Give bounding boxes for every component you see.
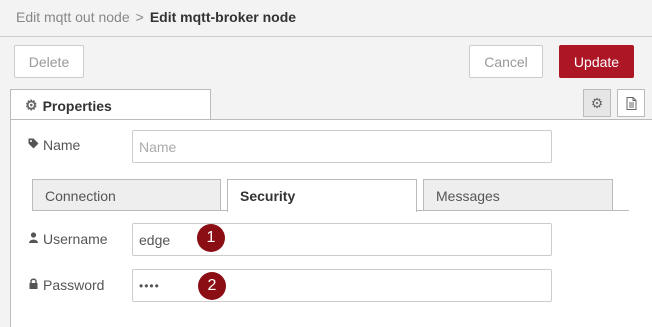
tag-icon bbox=[28, 138, 39, 152]
password-label-row: Password bbox=[28, 277, 104, 293]
cancel-button[interactable]: Cancel bbox=[469, 45, 543, 78]
gear-icon: ⚙ bbox=[25, 97, 38, 113]
breadcrumb-parent[interactable]: Edit mqtt out node bbox=[16, 9, 130, 25]
gear-icon: ⚙ bbox=[590, 94, 604, 111]
tab-properties-label: Properties bbox=[42, 97, 112, 114]
subtab-connection[interactable]: Connection bbox=[32, 179, 221, 211]
password-label: Password bbox=[43, 277, 105, 293]
lock-icon bbox=[28, 278, 38, 292]
name-label: Name bbox=[43, 137, 81, 153]
password-input[interactable]: •••• bbox=[132, 269, 552, 302]
breadcrumb-current: Edit mqtt-broker node bbox=[149, 9, 297, 25]
annotation-badge-2: 2 bbox=[198, 272, 226, 300]
username-label: Username bbox=[43, 231, 108, 247]
description-tab-button[interactable] bbox=[617, 89, 645, 117]
name-input[interactable]: Name bbox=[132, 130, 552, 163]
breadcrumb-separator: > bbox=[135, 9, 144, 25]
subtab-security[interactable]: Security bbox=[227, 179, 417, 212]
tab-properties[interactable]: ⚙ Properties bbox=[10, 89, 211, 121]
user-icon bbox=[28, 232, 38, 246]
subtab-messages[interactable]: Messages bbox=[423, 179, 613, 211]
breadcrumb: Edit mqtt out node > Edit mqtt-broker node bbox=[0, 0, 652, 36]
document-icon bbox=[626, 96, 636, 110]
update-button[interactable]: Update bbox=[559, 45, 634, 78]
username-label-row: Username bbox=[28, 231, 108, 247]
settings-tab-button[interactable]: ⚙ bbox=[583, 89, 611, 117]
tab-bar: ⚙ Properties ⚙ bbox=[0, 88, 652, 121]
toolbar: Delete Cancel Update bbox=[0, 36, 652, 88]
annotation-badge-1: 1 bbox=[197, 224, 225, 252]
delete-button[interactable]: Delete bbox=[14, 45, 84, 78]
name-label-row: Name bbox=[28, 137, 80, 153]
username-input[interactable]: edge bbox=[132, 223, 552, 256]
